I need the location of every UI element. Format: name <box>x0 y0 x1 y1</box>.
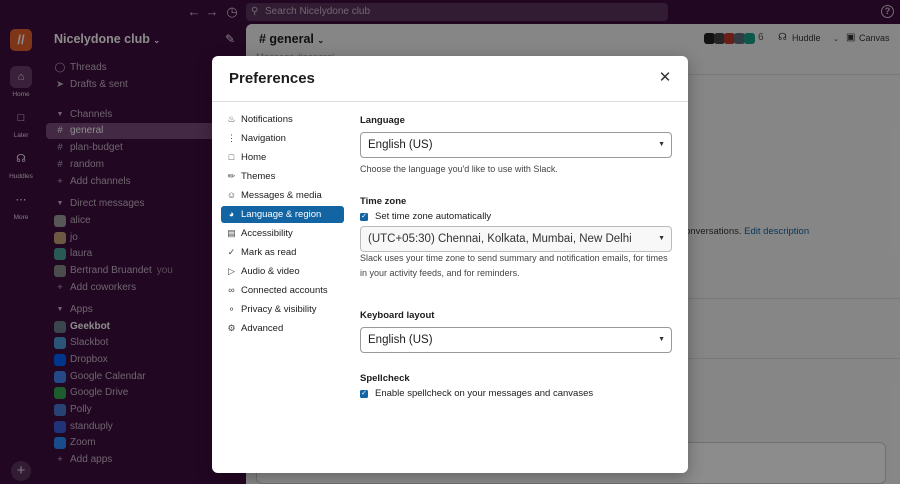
chevron-down-icon: ▼ <box>658 336 665 343</box>
auto-timezone-checkbox[interactable]: ✓ Set time zone automatically <box>360 211 491 223</box>
pref-nav-audio-video[interactable]: ▷ Audio & video <box>221 263 344 280</box>
modal-title: Preferences <box>229 70 315 87</box>
navigation-icon: ⋮ <box>227 133 236 143</box>
brush-icon: ✏ <box>227 171 236 181</box>
pref-nav-messages-media[interactable]: ☺ Messages & media <box>221 187 344 204</box>
smile-icon: ☺ <box>226 190 237 200</box>
timezone-select[interactable]: (UTC+05:30) Chennai, Kolkata, Mumbai, Ne… <box>360 226 672 252</box>
timezone-help: Slack uses your time zone to send summar… <box>360 253 668 278</box>
pref-nav-accessibility[interactable]: ▤ Accessibility <box>221 225 344 242</box>
accessibility-icon: ▤ <box>227 228 236 238</box>
checkbox-checked-icon: ✓ <box>360 213 368 221</box>
pref-nav-connected-accounts[interactable]: ∞ Connected accounts <box>221 282 344 299</box>
bell-icon: ♨ <box>227 114 236 124</box>
language-select[interactable]: English (US) ▼ <box>360 132 672 158</box>
keyboard-heading: Keyboard layout <box>360 310 435 321</box>
pref-nav-home[interactable]: □ Home <box>221 149 344 166</box>
link-icon: ∞ <box>228 285 235 295</box>
video-icon: ▷ <box>228 266 235 276</box>
home-icon: □ <box>228 152 235 162</box>
preferences-nav: ♨ Notifications ⋮ Navigation □ Home ✏ Themes… <box>221 111 344 339</box>
pref-nav-notifications[interactable]: ♨ Notifications <box>221 111 344 128</box>
pref-nav-privacy-visibility[interactable]: ⚬ Privacy & visibility <box>221 301 344 318</box>
pref-nav-themes[interactable]: ✏ Themes <box>221 168 344 185</box>
language-help: Choose the language you'd like to use wi… <box>360 164 558 174</box>
checkbox-checked-icon: ✓ <box>360 390 368 398</box>
spellcheck-heading: Spellcheck <box>360 373 410 384</box>
pref-nav-advanced[interactable]: ⚙ Advanced <box>221 320 344 337</box>
preferences-modal: Preferences ✕ ♨ Notifications ⋮ Navigation… <box>212 56 688 473</box>
gear-icon: ⚙ <box>227 323 236 333</box>
pref-nav-language-region[interactable]: ◕ Language & region <box>221 206 344 223</box>
pref-nav-navigation[interactable]: ⋮ Navigation <box>221 130 344 147</box>
preferences-content: Language English (US) ▼ Choose the langua… <box>360 56 672 473</box>
globe-icon: ◕ <box>228 209 235 219</box>
lock-icon: ⚬ <box>227 304 236 314</box>
chevron-down-icon: ▼ <box>658 235 665 242</box>
pref-nav-mark-as-read[interactable]: ✓ Mark as read <box>221 244 344 261</box>
check-circle-icon: ✓ <box>227 247 236 257</box>
language-heading: Language <box>360 115 405 126</box>
chevron-down-icon: ▼ <box>658 141 665 148</box>
spellcheck-checkbox[interactable]: ✓ Enable spellcheck on your messages and … <box>360 388 593 400</box>
timezone-heading: Time zone <box>360 196 407 207</box>
keyboard-select[interactable]: English (US) ▼ <box>360 327 672 353</box>
